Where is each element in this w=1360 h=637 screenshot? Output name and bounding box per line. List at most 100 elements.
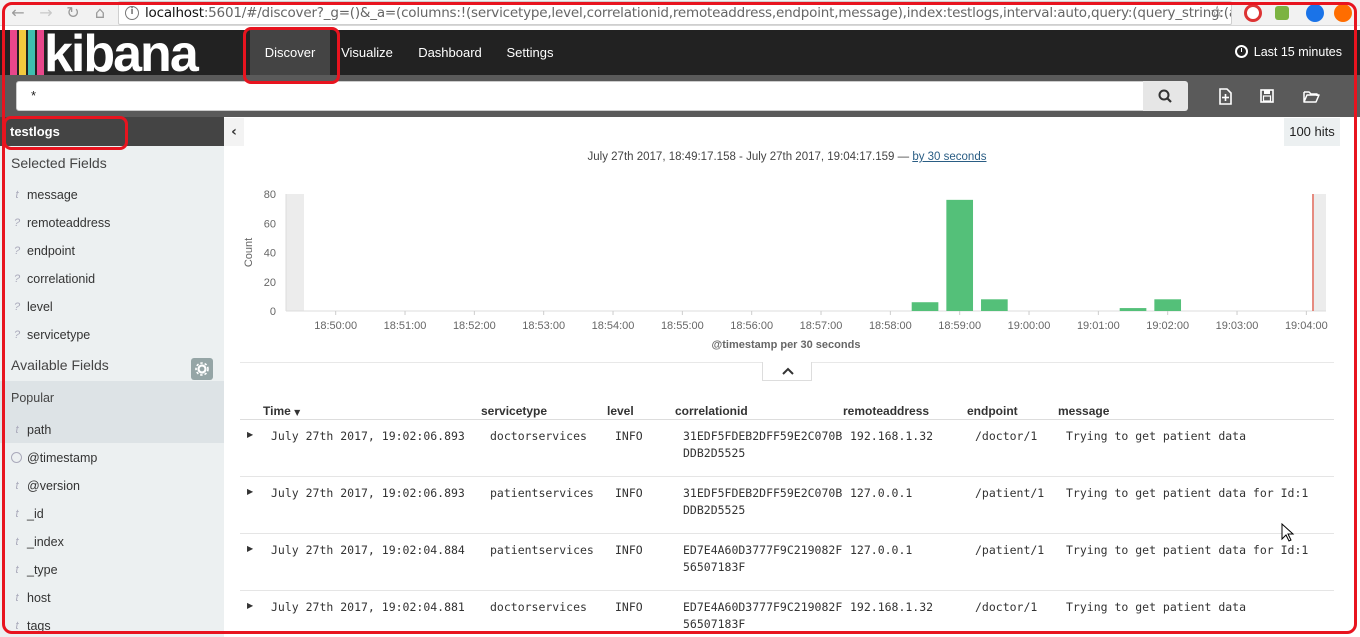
cell-remoteaddress: 127.0.0.1 — [850, 543, 913, 557]
column-header-level[interactable]: level — [607, 404, 634, 418]
histogram-chart: 0 20 40 60 80 Count 18:50:00 18:51:00 18:52:00 18… — [243, 189, 1328, 351]
gear-icon — [195, 362, 209, 376]
forward-icon[interactable]: → — [36, 3, 56, 23]
tab-settings[interactable]: Settings — [500, 30, 560, 75]
timepicker-button[interactable]: Last 15 minutes — [1234, 30, 1342, 75]
x-tick-label: 18:54:00 — [592, 320, 635, 332]
cell-level: INFO — [615, 543, 643, 557]
expand-row-icon[interactable]: ▶ — [247, 544, 253, 553]
field-name: remoteaddress — [27, 216, 111, 230]
folder-open-icon — [1303, 91, 1320, 103]
cell-message: Trying to get patient data — [1066, 600, 1247, 614]
cell-time: July 27th 2017, 19:02:04.881 — [271, 600, 465, 614]
info-icon[interactable]: i — [125, 6, 139, 20]
clock-icon — [1234, 45, 1248, 58]
field-item[interactable]: ? correlationid — [0, 265, 224, 293]
x-axis-label: @timestamp per 30 seconds — [712, 339, 861, 351]
open-search-button[interactable] — [1298, 83, 1324, 109]
y-axis-label: Count — [243, 238, 255, 267]
url-host: localhost — [145, 5, 204, 21]
field-item[interactable]: @timestamp — [0, 444, 224, 472]
cell-endpoint: /doctor/1 — [975, 600, 1038, 614]
hits-number: 100 — [1289, 124, 1311, 139]
tab-discover[interactable]: Discover — [250, 30, 330, 75]
bookmark-star-icon[interactable]: ☆ — [1210, 2, 1224, 21]
reload-icon[interactable]: ↻ — [63, 3, 83, 23]
collapse-chart-button[interactable] — [762, 362, 812, 381]
field-type-icon: t — [15, 564, 19, 576]
home-icon[interactable]: ⌂ — [90, 3, 110, 23]
expand-row-icon[interactable]: ▶ — [247, 430, 253, 439]
new-document-icon — [1219, 88, 1232, 105]
opera-extension-icon[interactable] — [1244, 4, 1262, 22]
logo-bar-magenta — [37, 30, 44, 75]
field-item[interactable]: t message — [0, 181, 224, 209]
collapse-sidebar-button[interactable]: ‹ — [224, 118, 244, 146]
field-settings-button[interactable] — [191, 358, 213, 380]
column-header-correlationid[interactable]: correlationid — [675, 404, 748, 418]
x-tick-label: 19:03:00 — [1216, 320, 1259, 332]
field-item[interactable]: t _index — [0, 528, 224, 556]
sort-desc-icon[interactable]: ▼ — [294, 408, 300, 417]
leaf-extension-icon[interactable] — [1275, 6, 1289, 20]
field-item[interactable]: ? level — [0, 293, 224, 321]
y-tick-label: 20 — [264, 277, 276, 289]
search-button[interactable] — [1143, 81, 1188, 111]
interval-link[interactable]: by 30 seconds — [912, 151, 986, 163]
field-type-icon: t — [15, 189, 19, 201]
field-name: tags — [27, 619, 51, 633]
field-name: servicetype — [27, 328, 91, 342]
cell-message: Trying to get patient data — [1066, 429, 1247, 443]
cell-level: INFO — [615, 429, 643, 443]
histogram-bar — [1119, 308, 1147, 311]
field-item[interactable]: ? remoteaddress — [0, 209, 224, 237]
column-header-remoteaddress[interactable]: remoteaddress — [843, 404, 929, 418]
field-item[interactable]: t @version — [0, 472, 224, 500]
expand-row-icon[interactable]: ▶ — [247, 487, 253, 496]
back-icon[interactable]: ← — [8, 3, 28, 23]
x-tick-label: 19:02:00 — [1146, 320, 1189, 332]
expand-row-icon[interactable]: ▶ — [247, 601, 253, 610]
logo-bar-pink — [10, 30, 17, 75]
field-item[interactable]: t host — [0, 584, 224, 612]
field-item[interactable]: ? servicetype — [0, 321, 224, 349]
cell-endpoint: /patient/1 — [975, 486, 1045, 500]
cell-time: July 27th 2017, 19:02:06.893 — [271, 429, 465, 443]
histogram-bar — [946, 199, 974, 311]
tab-dashboard[interactable]: Dashboard — [410, 30, 490, 75]
blue-extension-icon[interactable] — [1306, 4, 1324, 22]
table-row[interactable]: ▶ July 27th 2017, 19:02:04.884 patientse… — [240, 534, 1334, 591]
url-path: :5601/#/discover?_g=()&_a=(columns:!(ser… — [203, 5, 1232, 21]
column-header-time[interactable]: Time ▼ — [263, 404, 300, 418]
field-item[interactable]: ? endpoint — [0, 237, 224, 265]
logo-bar-yellow — [19, 30, 26, 75]
field-type-icon: t — [15, 424, 19, 436]
column-header-endpoint[interactable]: endpoint — [967, 404, 1018, 418]
cell-remoteaddress: 192.168.1.32 — [850, 600, 934, 614]
orange-extension-icon[interactable] — [1334, 4, 1352, 22]
table-row[interactable]: ▶ July 27th 2017, 19:02:04.881 doctorser… — [240, 591, 1334, 637]
field-item[interactable]: t _id — [0, 500, 224, 528]
time-range-label: July 27th 2017, 18:49:17.158 - July 27th… — [240, 151, 1334, 163]
field-item[interactable]: t _type — [0, 556, 224, 584]
tab-visualize[interactable]: Visualize — [334, 30, 400, 75]
histogram-bar — [981, 299, 1008, 311]
cell-correlationid: ED7E4A60D3777F9C219082F56507183F — [683, 600, 843, 631]
table-row[interactable]: ▶ July 27th 2017, 19:02:06.893 patientse… — [240, 477, 1334, 534]
column-header-message[interactable]: message — [1058, 404, 1109, 418]
table-row[interactable]: ▶ July 27th 2017, 19:02:06.893 doctorser… — [240, 420, 1334, 477]
field-item[interactable]: t tags — [0, 612, 224, 637]
address-bar[interactable]: i localhost:5601/#/discover?_g=()&_a=(co… — [118, 1, 1232, 25]
save-search-button[interactable] — [1254, 83, 1280, 109]
y-tick-label: 80 — [264, 189, 276, 201]
search-input[interactable]: * — [16, 81, 1144, 111]
chevron-up-icon — [782, 367, 794, 375]
field-item[interactable]: t path — [0, 416, 224, 444]
cell-correlationid: 31EDF5FDEB2DFF59E2C070BDDB2D5525 — [683, 486, 843, 517]
field-type-icon: ? — [13, 329, 21, 341]
new-search-button[interactable] — [1212, 83, 1238, 109]
index-pattern-title[interactable]: testlogs — [0, 117, 224, 146]
y-tick-label: 60 — [264, 218, 276, 230]
kibana-logo[interactable]: kibana — [0, 25, 240, 83]
column-header-servicetype[interactable]: servicetype — [481, 404, 547, 418]
